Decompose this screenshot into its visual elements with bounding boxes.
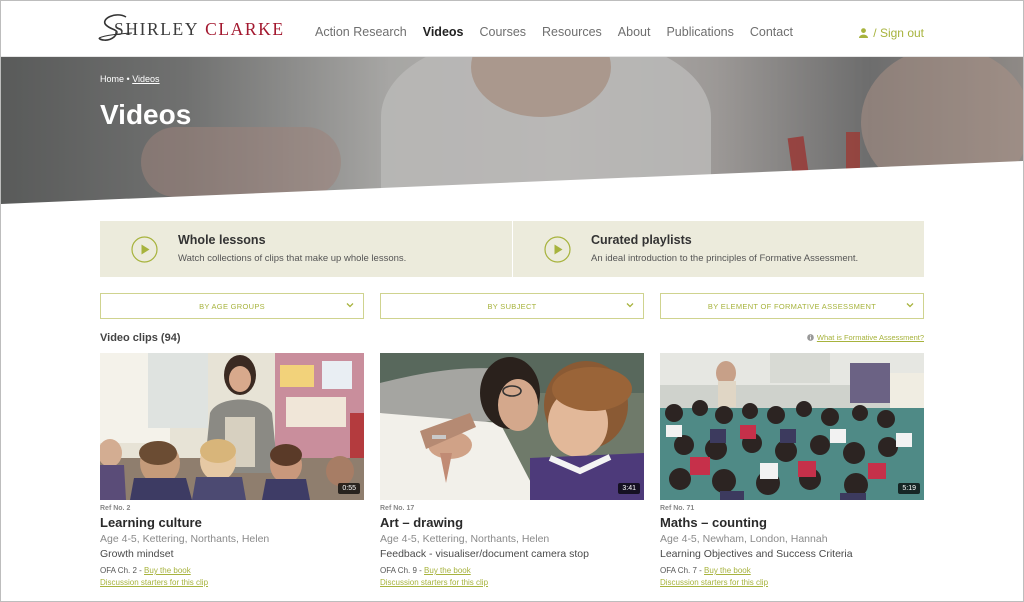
video-thumbnail-image xyxy=(380,353,644,500)
clips-heading: Video clips (94) xyxy=(100,332,181,344)
promo-description: An ideal introduction to the principles … xyxy=(591,253,859,264)
sign-out-link[interactable]: / Sign out xyxy=(859,26,924,40)
video-meta: Age 4-5, Newham, London, Hannah xyxy=(660,533,828,545)
discussion-starters-link[interactable]: Discussion starters for this clip xyxy=(100,578,364,587)
ofa-chapter: OFA Ch. 7 - Buy the book xyxy=(660,566,924,575)
promo-description: Watch collections of clips that make up … xyxy=(178,253,407,264)
filter-label: BY SUBJECT xyxy=(487,301,537,311)
video-title[interactable]: Art – drawing xyxy=(380,515,644,530)
logo-swash-icon xyxy=(98,14,133,41)
breadcrumb-home[interactable]: Home xyxy=(100,74,124,84)
user-icon xyxy=(859,28,869,38)
ofa-chapter: OFA Ch. 9 - Buy the book xyxy=(380,566,644,575)
video-topic: Growth mindset xyxy=(100,548,174,560)
promo-curated-playlists[interactable]: Curated playlists An ideal introduction … xyxy=(512,221,924,277)
video-duration: 0:55 xyxy=(338,483,360,494)
video-thumbnail[interactable]: 0:55 xyxy=(100,353,364,500)
ofa-chapter-label: OFA Ch. 2 - xyxy=(100,566,142,575)
logo-text-clarke: CLARKE xyxy=(205,18,285,39)
video-card: 5:19 Ref No. 71 Maths – counting Age 4-5… xyxy=(660,353,924,587)
promo-whole-lessons[interactable]: Whole lessons Watch collections of clips… xyxy=(100,221,512,277)
nav-link-courses[interactable]: Courses xyxy=(479,25,526,39)
main-nav: Action Research Videos Courses Resources… xyxy=(315,25,809,39)
nav-link-action-research[interactable]: Action Research xyxy=(315,25,407,39)
ofa-chapter: OFA Ch. 2 - Buy the book xyxy=(100,566,364,575)
filter-label: BY AGE GROUPS xyxy=(199,301,265,311)
buy-book-link[interactable]: Buy the book xyxy=(144,566,191,575)
site-logo[interactable]: SHIRLEY CLARKE xyxy=(98,14,285,43)
sign-out-label: / Sign out xyxy=(873,26,924,40)
promo-title: Curated playlists xyxy=(591,233,692,247)
breadcrumb-current[interactable]: Videos xyxy=(132,74,159,84)
discussion-starters-link[interactable]: Discussion starters for this clip xyxy=(380,578,644,587)
ofa-chapter-label: OFA Ch. 7 - xyxy=(660,566,702,575)
nav-link-resources[interactable]: Resources xyxy=(542,25,602,39)
filter-age-groups[interactable]: BY AGE GROUPS xyxy=(100,293,364,319)
video-ref-number: Ref No. 17 xyxy=(380,505,415,512)
breadcrumb-separator: • xyxy=(126,74,130,84)
promo-title: Whole lessons xyxy=(178,233,266,247)
nav-link-publications[interactable]: Publications xyxy=(666,25,733,39)
video-title[interactable]: Learning culture xyxy=(100,515,364,530)
chevron-down-icon xyxy=(626,303,634,308)
video-thumbnail[interactable]: 5:19 xyxy=(660,353,924,500)
play-icon xyxy=(544,236,571,263)
what-is-fa-label: What is Formative Assessment? xyxy=(816,333,924,342)
play-icon xyxy=(131,236,158,263)
promo-panel: Whole lessons Watch collections of clips… xyxy=(100,221,924,277)
hero-banner: Home • Videos Videos xyxy=(1,57,1023,207)
video-thumbnail-image xyxy=(100,353,364,500)
breadcrumb: Home • Videos xyxy=(100,74,160,84)
video-thumbnail[interactable]: 3:41 xyxy=(380,353,644,500)
chevron-down-icon xyxy=(346,303,354,308)
video-thumbnail-image xyxy=(660,353,924,500)
video-duration: 3:41 xyxy=(618,483,640,494)
nav-link-contact[interactable]: Contact xyxy=(750,25,793,39)
video-duration: 5:19 xyxy=(898,483,920,494)
discussion-starters-link[interactable]: Discussion starters for this clip xyxy=(660,578,924,587)
video-topic: Learning Objectives and Success Criteria xyxy=(660,548,853,560)
nav-link-about[interactable]: About xyxy=(618,25,651,39)
what-is-fa-link[interactable]: What is Formative Assessment? xyxy=(807,333,924,342)
filter-subject[interactable]: BY SUBJECT xyxy=(380,293,644,319)
video-card: 0:55 Ref No. 2 Learning culture Age 4-5,… xyxy=(100,353,364,587)
buy-book-link[interactable]: Buy the book xyxy=(704,566,751,575)
buy-book-link[interactable]: Buy the book xyxy=(424,566,471,575)
ofa-chapter-label: OFA Ch. 9 - xyxy=(380,566,422,575)
chevron-down-icon xyxy=(906,303,914,308)
video-title[interactable]: Maths – counting xyxy=(660,515,924,530)
site-header: SHIRLEY CLARKE Action Research Videos Cou… xyxy=(1,1,1023,57)
video-ref-number: Ref No. 71 xyxy=(660,505,695,512)
nav-link-videos[interactable]: Videos xyxy=(423,25,464,39)
video-meta: Age 4-5, Kettering, Northants, Helen xyxy=(100,533,270,545)
video-meta: Age 4-5, Kettering, Northants, Helen xyxy=(380,533,550,545)
video-ref-number: Ref No. 2 xyxy=(100,505,131,512)
page-title: Videos xyxy=(100,99,192,130)
filter-label: BY ELEMENT OF FORMATIVE ASSESSMENT xyxy=(707,301,877,311)
video-topic: Feedback - visualiser/document camera st… xyxy=(380,548,589,560)
info-icon xyxy=(807,334,814,341)
filter-formative-element[interactable]: BY ELEMENT OF FORMATIVE ASSESSMENT xyxy=(660,293,924,319)
video-card: 3:41 Ref No. 17 Art – drawing Age 4-5, K… xyxy=(380,353,644,587)
